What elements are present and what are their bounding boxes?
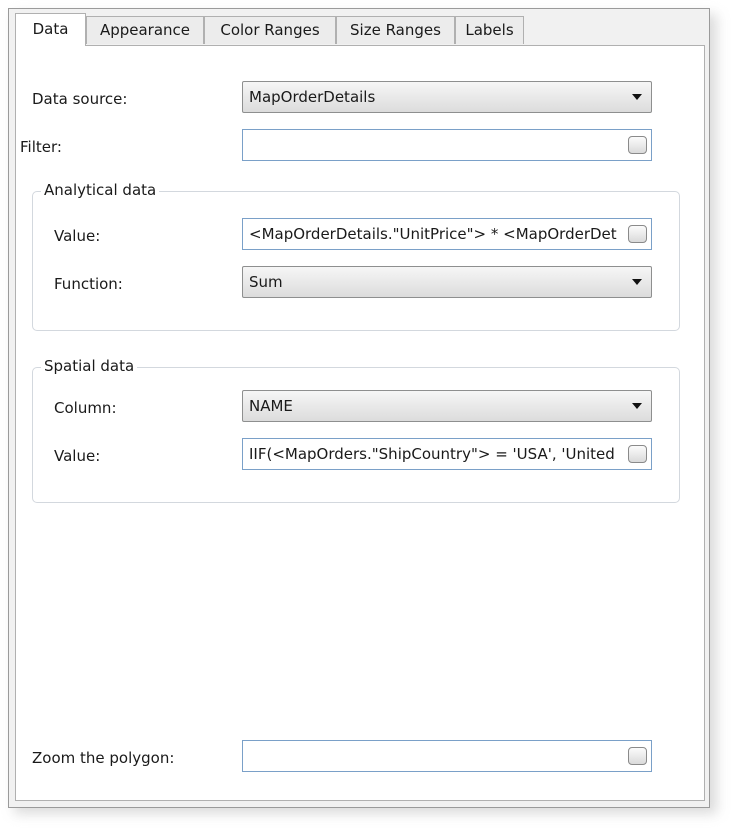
function-label: Function: <box>54 275 123 293</box>
spatial-data-title: Spatial data <box>41 357 138 375</box>
tab-data[interactable]: Data <box>15 13 86 46</box>
column-label: Column: <box>54 399 117 417</box>
chevron-down-icon <box>632 94 642 100</box>
analytical-value-field[interactable]: <MapOrderDetails."UnitPrice"> * <MapOrde… <box>242 218 652 250</box>
spatial-value-text: IIF(<MapOrders."ShipCountry"> = 'USA', '… <box>249 445 617 463</box>
tab-appearance[interactable]: Appearance <box>86 16 204 44</box>
column-value: NAME <box>249 397 293 415</box>
analytical-data-group: Analytical data <box>32 181 680 331</box>
ellipsis-button-icon[interactable] <box>628 136 647 154</box>
data-tab-pane: Data source: MapOrderDetails Filter: Ana… <box>15 45 705 801</box>
analytical-value-label: Value: <box>54 227 101 245</box>
spatial-value-field[interactable]: IIF(<MapOrders."ShipCountry"> = 'USA', '… <box>242 438 652 470</box>
spatial-value-label: Value: <box>54 447 101 465</box>
map-layer-editor-dialog: Data Appearance Color Ranges Size Ranges… <box>8 8 710 808</box>
ellipsis-button-icon[interactable] <box>628 225 647 243</box>
filter-label: Filter: <box>20 138 62 156</box>
spatial-data-group: Spatial data <box>32 357 680 503</box>
analytical-value-text: <MapOrderDetails."UnitPrice"> * <MapOrde… <box>249 225 617 243</box>
zoom-polygon-field[interactable] <box>242 740 652 772</box>
tab-labels[interactable]: Labels <box>455 16 524 44</box>
data-source-label: Data source: <box>32 90 128 108</box>
tab-size-ranges[interactable]: Size Ranges <box>336 16 455 44</box>
data-source-dropdown[interactable]: MapOrderDetails <box>242 81 652 113</box>
zoom-polygon-label: Zoom the polygon: <box>32 749 175 767</box>
tab-color-ranges[interactable]: Color Ranges <box>204 16 336 44</box>
ellipsis-button-icon[interactable] <box>628 445 647 463</box>
analytical-data-title: Analytical data <box>41 181 160 199</box>
function-dropdown[interactable]: Sum <box>242 266 652 298</box>
data-source-value: MapOrderDetails <box>249 88 376 106</box>
column-dropdown[interactable]: NAME <box>242 390 652 422</box>
filter-field[interactable] <box>242 129 652 161</box>
function-value: Sum <box>249 273 283 291</box>
chevron-down-icon <box>632 279 642 285</box>
chevron-down-icon <box>632 403 642 409</box>
ellipsis-button-icon[interactable] <box>628 747 647 765</box>
